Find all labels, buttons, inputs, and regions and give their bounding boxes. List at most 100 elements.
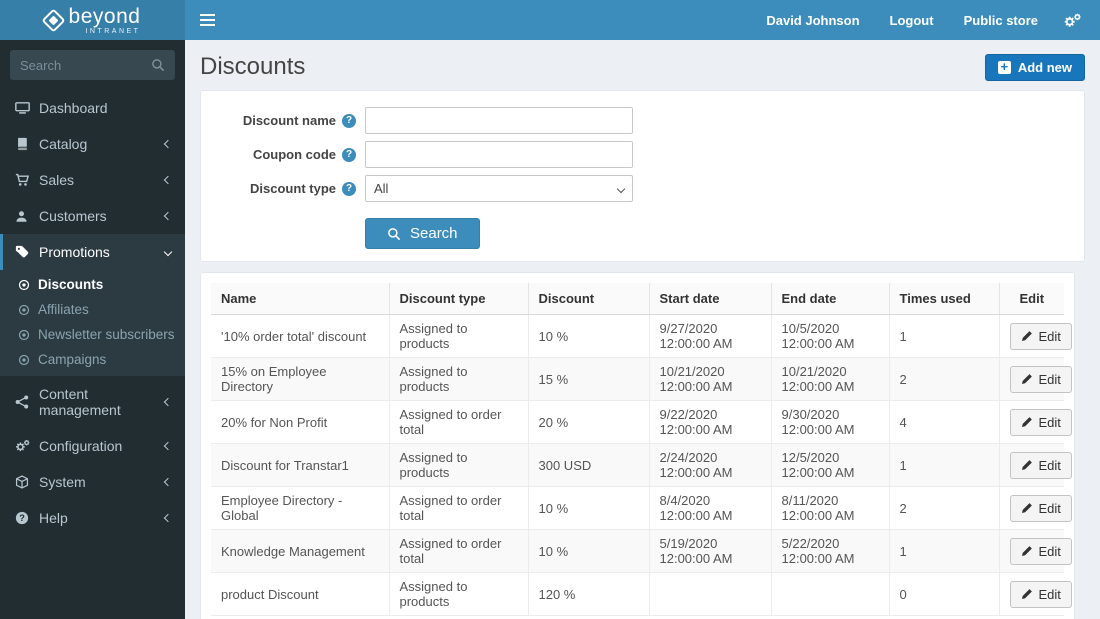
cell-start: 9/22/2020 12:00:00 AM — [649, 400, 772, 444]
sidebar-item-dashboard[interactable]: Dashboard — [0, 90, 185, 126]
sidebar-item-customers[interactable]: Customers — [0, 198, 185, 234]
user-link[interactable]: David Johnson — [751, 0, 874, 40]
cell-type: Assigned to products — [389, 357, 529, 401]
cell-times: 2 — [889, 486, 1000, 530]
sidebar-item-discounts[interactable]: Discounts — [0, 272, 185, 297]
logout-link[interactable]: Logout — [875, 0, 949, 40]
share-icon — [15, 395, 39, 409]
chevron-left-icon — [163, 441, 173, 451]
cell-times: 2 — [889, 357, 1000, 401]
add-new-button[interactable]: + Add new — [984, 53, 1085, 81]
sidebar-menu: Dashboard Catalog Sales Customers Promotions… — [0, 90, 185, 536]
brand-name: beyond — [68, 4, 141, 28]
pencil-icon — [1021, 416, 1033, 428]
discount-name-input[interactable] — [365, 107, 633, 134]
column-header: End date — [771, 283, 890, 315]
plus-square-icon: + — [997, 60, 1011, 74]
menu-icon[interactable] — [185, 0, 229, 40]
table-row: Knowledge Management Assigned to order to… — [211, 529, 1072, 573]
help-icon[interactable]: ? — [342, 113, 356, 128]
pencil-icon — [1021, 373, 1033, 385]
cell-start: 2/24/2020 12:00:00 AM — [649, 443, 772, 487]
discount-name-label: Discount name — [242, 113, 336, 128]
cell-name: 20% for Non Profit — [211, 400, 390, 444]
table-header-row: Name Discount type Discount Start date End d… — [211, 283, 1064, 315]
cell-start: 9/27/2020 12:00:00 AM — [649, 314, 772, 358]
sidebar-item-newsletter-subscribers[interactable]: Newsletter subscribers — [0, 322, 185, 347]
column-header: Discount type — [389, 283, 529, 315]
cell-start: 10/21/2020 12:00:00 AM — [649, 357, 772, 401]
question-icon: ? — [15, 511, 39, 525]
edit-button[interactable]: Edit — [1009, 494, 1072, 522]
public-store-link[interactable]: Public store — [949, 0, 1053, 40]
cell-name: Knowledge Management — [211, 529, 390, 573]
sidebar-item-configuration[interactable]: Configuration — [0, 428, 185, 464]
sidebar-item-promotions[interactable]: Promotions — [0, 234, 185, 270]
sidebar-item-label: Newsletter subscribers — [38, 327, 175, 342]
content-header: Discounts + Add new — [185, 40, 1100, 90]
circle-dot-icon — [18, 279, 30, 291]
sidebar-item-campaigns[interactable]: Campaigns — [0, 347, 185, 372]
top-navbar: David Johnson Logout Public store — [185, 0, 1100, 40]
column-header: Start date — [649, 283, 772, 315]
column-header: Discount — [528, 283, 650, 315]
cell-name: Employee Directory - Global — [211, 486, 390, 530]
cell-type: Assigned to order total — [389, 400, 529, 444]
sidebar-item-label: Dashboard — [39, 100, 108, 116]
sidebar-search-input[interactable] — [20, 57, 151, 73]
cell-discount: 15 % — [528, 357, 650, 401]
cart-icon — [15, 173, 39, 187]
chevron-left-icon — [163, 175, 173, 185]
sidebar-search — [10, 50, 175, 80]
pencil-icon — [1021, 545, 1033, 557]
sidebar-item-label: Affiliates — [38, 302, 89, 317]
table-row: '10% order total' discount Assigned to pr… — [211, 314, 1072, 358]
discounts-table: Name Discount type Discount Start date End d… — [211, 283, 1072, 616]
discount-type-select[interactable]: All — [365, 175, 633, 202]
cell-edit: Edit — [999, 443, 1072, 487]
cell-edit: Edit — [999, 400, 1072, 444]
cell-end: 10/5/2020 12:00:00 AM — [771, 314, 890, 358]
circle-dot-icon — [18, 329, 30, 341]
book-icon — [15, 137, 39, 151]
table-row: Employee Directory - Global Assigned to o… — [211, 486, 1072, 530]
chevron-left-icon — [163, 139, 173, 149]
cell-name: Discount for Transtar1 — [211, 443, 390, 487]
chevron-down-icon — [616, 184, 626, 193]
discounts-table-panel: Name Discount type Discount Start date End d… — [200, 272, 1075, 619]
sidebar-item-help[interactable]: ? Help — [0, 500, 185, 536]
coupon-code-input[interactable] — [365, 141, 633, 168]
pencil-icon — [1021, 459, 1033, 471]
edit-button[interactable]: Edit — [1009, 322, 1072, 350]
table-row: product Discount Assigned to products 120 … — [211, 572, 1072, 616]
filter-row-coupon-code: Coupon code ? — [201, 141, 1084, 168]
edit-button[interactable]: Edit — [1009, 451, 1072, 479]
pencil-icon — [1021, 330, 1033, 342]
cell-times: 4 — [889, 400, 1000, 444]
column-header: Name — [211, 283, 390, 315]
cell-start: 5/19/2020 12:00:00 AM — [649, 529, 772, 573]
cell-times: 1 — [889, 529, 1000, 573]
sidebar-item-sales[interactable]: Sales — [0, 162, 185, 198]
search-button[interactable]: Search — [365, 218, 480, 249]
sidebar-item-system[interactable]: System — [0, 464, 185, 500]
cell-discount: 10 % — [528, 529, 650, 573]
edit-button[interactable]: Edit — [1009, 365, 1072, 393]
edit-button[interactable]: Edit — [1009, 408, 1072, 436]
chevron-left-icon — [163, 513, 173, 523]
help-icon[interactable]: ? — [342, 181, 356, 196]
edit-button[interactable]: Edit — [1009, 580, 1072, 608]
diamond-logo-icon — [41, 7, 66, 33]
cogs-icon[interactable] — [1053, 0, 1100, 40]
sidebar-item-content-management[interactable]: Content management — [0, 376, 185, 428]
brand-logo[interactable]: beyond INTRANET — [0, 0, 185, 40]
circle-dot-icon — [18, 354, 30, 366]
circle-dot-icon — [18, 304, 30, 316]
edit-button[interactable]: Edit — [1009, 537, 1072, 565]
sidebar-item-catalog[interactable]: Catalog — [0, 126, 185, 162]
sidebar-item-affiliates[interactable]: Affiliates — [0, 297, 185, 322]
column-header: Edit — [999, 283, 1064, 315]
table-row: 20% for Non Profit Assigned to order tota… — [211, 400, 1072, 444]
help-icon[interactable]: ? — [342, 147, 356, 162]
cell-edit: Edit — [999, 486, 1072, 530]
